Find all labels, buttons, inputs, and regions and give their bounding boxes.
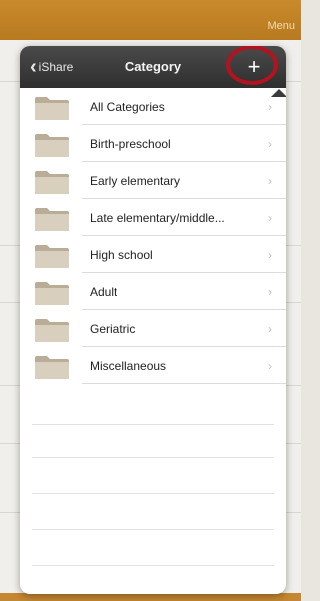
list-item[interactable]: High school › bbox=[20, 236, 286, 273]
list-item[interactable]: Miscellaneous › bbox=[20, 347, 286, 384]
plus-icon: + bbox=[247, 54, 261, 79]
chevron-left-icon: ‹ bbox=[30, 56, 37, 78]
folder-icon bbox=[35, 319, 69, 342]
popover-arrow bbox=[271, 89, 286, 97]
folder-icon bbox=[35, 356, 69, 379]
category-label: Birth-preschool bbox=[90, 136, 171, 151]
category-popover: ‹ iShare Category + All Categories › Bir… bbox=[20, 46, 286, 594]
chevron-right-icon: › bbox=[268, 284, 272, 299]
empty-row-divider bbox=[32, 457, 274, 458]
popover-nav-bar: ‹ iShare Category + bbox=[20, 46, 286, 88]
category-list: All Categories › Birth-preschool › Early… bbox=[20, 88, 286, 384]
empty-row-divider bbox=[32, 565, 274, 566]
folder-icon bbox=[35, 171, 69, 194]
list-item[interactable]: Adult › bbox=[20, 273, 286, 310]
folder-icon bbox=[35, 245, 69, 268]
category-label: Miscellaneous bbox=[90, 358, 167, 373]
category-label: Geriatric bbox=[90, 321, 136, 336]
empty-row-divider bbox=[32, 529, 274, 530]
folder-icon bbox=[35, 97, 69, 120]
list-item[interactable]: Early elementary › bbox=[20, 162, 286, 199]
chevron-right-icon: › bbox=[268, 210, 272, 225]
chevron-right-icon: › bbox=[268, 321, 272, 336]
category-label: Early elementary bbox=[90, 173, 181, 188]
folder-icon bbox=[35, 134, 69, 157]
folder-icon bbox=[35, 282, 69, 305]
list-item[interactable]: Geriatric › bbox=[20, 310, 286, 347]
list-item[interactable]: Late elementary/middle... › bbox=[20, 199, 286, 236]
empty-row-divider bbox=[32, 424, 274, 425]
category-label: High school bbox=[90, 247, 153, 262]
back-button-label: iShare bbox=[38, 60, 74, 74]
list-item[interactable]: All Categories › bbox=[20, 88, 286, 125]
add-category-button[interactable]: + bbox=[226, 46, 278, 85]
chevron-right-icon: › bbox=[268, 247, 272, 262]
chevron-right-icon: › bbox=[268, 358, 272, 373]
chevron-right-icon: › bbox=[268, 136, 272, 151]
chevron-right-icon: › bbox=[268, 99, 272, 114]
menu-button[interactable]: Menu bbox=[267, 20, 295, 32]
list-item[interactable]: Birth-preschool › bbox=[20, 125, 286, 162]
folder-icon bbox=[35, 208, 69, 231]
back-button[interactable]: ‹ iShare bbox=[30, 46, 73, 88]
empty-row-divider bbox=[32, 493, 274, 494]
category-label: Adult bbox=[90, 284, 118, 299]
category-label: Late elementary/middle... bbox=[90, 210, 225, 225]
chevron-right-icon: › bbox=[268, 173, 272, 188]
category-label: All Categories bbox=[90, 99, 165, 114]
app-bottom-bar bbox=[0, 593, 301, 601]
app-top-bar: Menu bbox=[0, 0, 301, 40]
